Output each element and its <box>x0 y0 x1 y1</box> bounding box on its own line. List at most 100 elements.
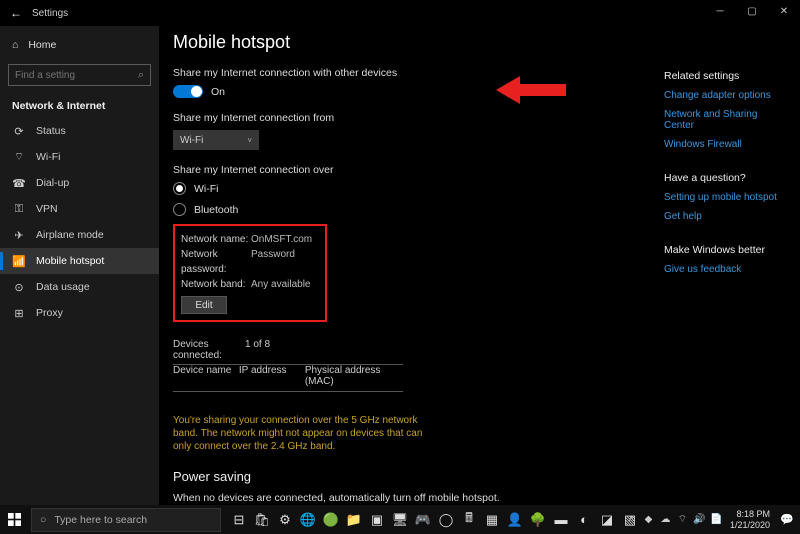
link-get-help[interactable]: Get help <box>664 211 786 222</box>
wifi-icon: ⌔ <box>12 150 26 164</box>
link-adapter-options[interactable]: Change adapter options <box>664 90 786 101</box>
tray-onedrive-icon[interactable]: ☁ <box>658 505 673 534</box>
minimize-button[interactable]: ─ <box>704 0 736 22</box>
search-input[interactable] <box>15 70 115 81</box>
taskbar-search-placeholder: Type here to search <box>54 514 147 526</box>
chevron-down-icon: ˅ <box>247 136 252 145</box>
sidebar-item-label: Airplane mode <box>36 229 104 241</box>
power-saving-heading: Power saving <box>173 469 786 484</box>
sidebar-item-label: Dial-up <box>36 177 69 189</box>
notifications-icon[interactable]: 💬 <box>776 513 798 526</box>
sidebar-search[interactable]: ⌕ <box>8 64 151 86</box>
network-info-box: Network name:OnMSFT.com Network password… <box>173 224 327 322</box>
app2-icon[interactable]: ▦ <box>481 505 503 534</box>
col-mac: Physical address (MAC) <box>305 365 403 387</box>
vpn-icon: ⚿ <box>12 203 26 216</box>
cortana-icon[interactable]: ◯ <box>435 505 457 534</box>
sidebar-item-label: Mobile hotspot <box>36 255 104 267</box>
start-button[interactable] <box>0 505 28 534</box>
task-view-icon[interactable]: ⊟ <box>228 505 250 534</box>
from-dropdown-value: Wi-Fi <box>180 135 203 146</box>
taskbar-clock[interactable]: 8:18 PM 1/21/2020 <box>726 509 774 531</box>
edge-icon[interactable]: 🌐 <box>297 505 319 534</box>
sidebar-section-title: Network & Internet <box>0 92 159 118</box>
sidebar-item-dialup[interactable]: ☎ Dial-up <box>0 170 159 196</box>
related-settings-heading: Related settings <box>664 70 786 82</box>
question-heading: Have a question? <box>664 172 786 184</box>
terminal-icon[interactable]: ▣ <box>366 505 388 534</box>
taskbar-date: 1/21/2020 <box>730 520 770 531</box>
devices-connected-key: Devices connected: <box>173 339 245 361</box>
network-name-value: OnMSFT.com <box>251 232 312 247</box>
link-feedback[interactable]: Give us feedback <box>664 264 786 275</box>
tray-volume-icon[interactable]: 🔊 <box>692 505 707 534</box>
devices-connected-value: 1 of 8 <box>245 339 270 361</box>
settings-icon[interactable]: ⚙ <box>274 505 296 534</box>
sidebar-item-label: Status <box>36 125 66 137</box>
devices-connected-row: Devices connected: 1 of 8 <box>173 336 403 365</box>
home-icon: ⌂ <box>12 39 18 51</box>
col-device-name: Device name <box>173 365 239 387</box>
radio-icon <box>173 182 186 195</box>
tray-app-icon[interactable]: ◆ <box>641 505 656 534</box>
edit-button[interactable]: Edit <box>181 296 227 314</box>
app3-icon[interactable]: 👤 <box>504 505 526 534</box>
datausage-icon: ⊙ <box>12 281 26 294</box>
radio-label: Bluetooth <box>194 204 238 216</box>
sidebar-item-label: Data usage <box>36 281 90 293</box>
network-band-key: Network band: <box>181 277 251 292</box>
sidebar-item-hotspot[interactable]: 📶 Mobile hotspot <box>0 248 159 274</box>
window-titlebar: ← Settings ─ ▢ ✕ <box>0 0 800 26</box>
tray-chevron-icon[interactable]: ˄ <box>624 505 639 534</box>
sidebar-item-vpn[interactable]: ⚿ VPN <box>0 196 159 222</box>
store-icon[interactable]: 🛍 <box>251 505 273 534</box>
calc-icon[interactable]: 🖩 <box>458 505 480 534</box>
sidebar-item-status[interactable]: ⟳ Status <box>0 118 159 144</box>
network-pass-value: Password <box>251 247 295 277</box>
right-column: Related settings Change adapter options … <box>664 70 786 283</box>
back-icon[interactable]: ← <box>10 6 22 20</box>
app5-icon[interactable]: ▬ <box>550 505 572 534</box>
annotation-arrow <box>496 76 566 104</box>
app6-icon[interactable]: ◐ <box>573 505 595 534</box>
radio-icon <box>173 203 186 216</box>
window-title: Settings <box>32 8 68 19</box>
explorer-icon[interactable]: 📁 <box>343 505 365 534</box>
power-saving-label: When no devices are connected, automatic… <box>173 492 786 504</box>
share-toggle[interactable] <box>173 85 203 98</box>
tray-lang-icon[interactable]: 📄 <box>709 505 724 534</box>
radio-label: Wi-Fi <box>194 183 219 195</box>
maximize-button[interactable]: ▢ <box>736 0 768 22</box>
col-ip: IP address <box>239 365 305 387</box>
band-warning: You're sharing your connection over the … <box>173 414 423 453</box>
edge-dev-icon[interactable]: 🟢 <box>320 505 342 534</box>
xbox-icon[interactable]: 🎮 <box>412 505 434 534</box>
sidebar-item-label: VPN <box>36 203 58 215</box>
app4-icon[interactable]: 🌳 <box>527 505 549 534</box>
status-icon: ⟳ <box>12 125 26 138</box>
sidebar-home-label: Home <box>28 39 56 51</box>
taskbar-pinned: ⊟ 🛍 ⚙ 🌐 🟢 📁 ▣ 🖥 🎮 ◯ 🖩 ▦ 👤 🌳 ▬ ◐ ◪ ▧ <box>228 505 641 534</box>
taskbar-search[interactable]: ○ Type here to search <box>31 508 221 532</box>
from-dropdown[interactable]: Wi-Fi ˅ <box>173 130 259 150</box>
sidebar-item-datausage[interactable]: ⊙ Data usage <box>0 274 159 300</box>
link-setup-hotspot[interactable]: Setting up mobile hotspot <box>664 192 786 203</box>
system-tray: ˄ ◆ ☁ ⌔ 🔊 📄 8:18 PM 1/21/2020 💬 <box>624 505 800 534</box>
network-band-value: Any available <box>251 277 310 292</box>
sidebar-item-proxy[interactable]: ⊞ Proxy <box>0 300 159 326</box>
app7-icon[interactable]: ◪ <box>596 505 618 534</box>
tray-network-icon[interactable]: ⌔ <box>675 505 690 534</box>
dialup-icon: ☎ <box>12 177 26 190</box>
page-title: Mobile hotspot <box>173 32 786 53</box>
search-icon: ○ <box>40 514 46 526</box>
sidebar: ⌂ Home ⌕ Network & Internet ⟳ Status ⌔ W… <box>0 26 159 505</box>
app-icon[interactable]: 🖥 <box>389 505 411 534</box>
sidebar-item-label: Proxy <box>36 307 63 319</box>
link-firewall[interactable]: Windows Firewall <box>664 139 786 150</box>
main-content: Mobile hotspot Share my Internet connect… <box>159 26 800 505</box>
link-network-sharing[interactable]: Network and Sharing Center <box>664 109 786 131</box>
sidebar-home[interactable]: ⌂ Home <box>0 32 159 58</box>
sidebar-item-airplane[interactable]: ✈ Airplane mode <box>0 222 159 248</box>
close-button[interactable]: ✕ <box>768 0 800 22</box>
sidebar-item-wifi[interactable]: ⌔ Wi-Fi <box>0 144 159 170</box>
